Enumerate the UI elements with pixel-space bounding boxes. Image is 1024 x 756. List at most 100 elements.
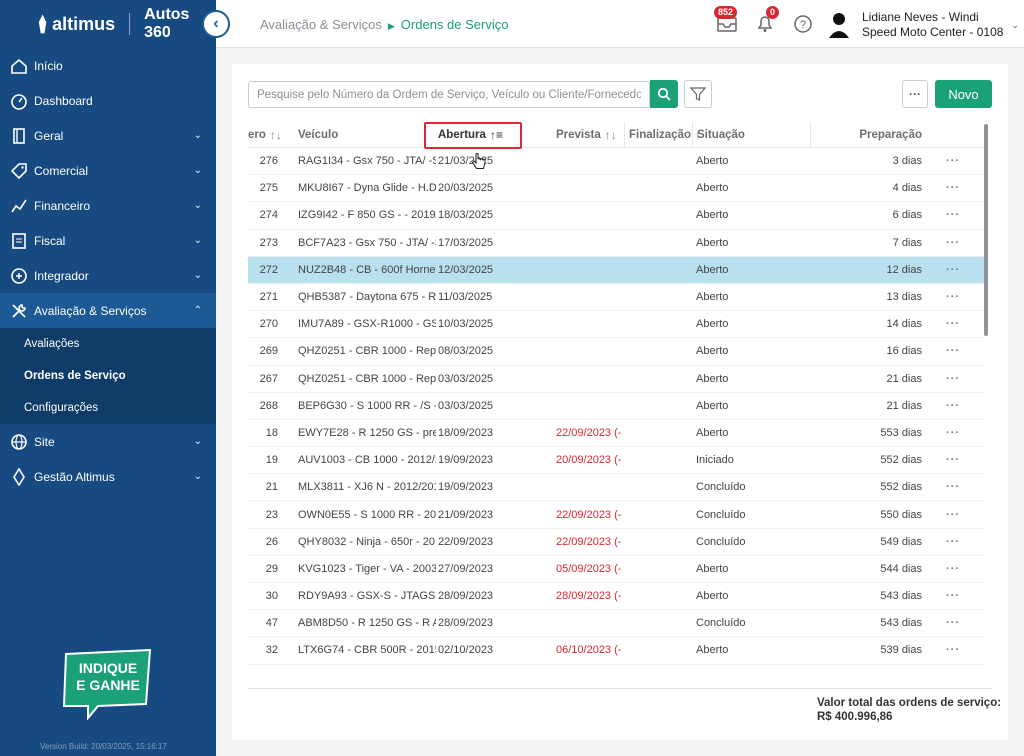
table-row[interactable]: 29 KVG1023 - Tiger - VA - 2003/2 27/09/202… bbox=[248, 556, 984, 583]
cell-opening: 28/09/2023 bbox=[438, 617, 494, 630]
svg-text:?: ? bbox=[800, 19, 806, 31]
cell-prep: 552 dias bbox=[880, 454, 922, 467]
table-row[interactable]: 274 IZG9I42 - F 850 GS - - 2019/20 18/03/2… bbox=[248, 202, 984, 230]
search-button[interactable] bbox=[650, 80, 678, 108]
cell-number: 32 bbox=[265, 644, 278, 657]
table-row[interactable]: 273 BCF7A23 - Gsx 750 - JTA/ -S A17/03/20… bbox=[248, 230, 984, 257]
tag-icon bbox=[10, 162, 28, 180]
table-row[interactable]: 23 OWN0E55 - S 1000 RR - 2013,21/09/2023 2… bbox=[248, 501, 984, 529]
breadcrumb: Avaliação & Serviços ▶ Ordens de Serviço bbox=[260, 17, 508, 32]
help-button[interactable]: ? bbox=[792, 12, 816, 36]
sidebar-item-financeiro[interactable]: Financeiro ⌄ bbox=[0, 188, 216, 223]
breadcrumb-parent[interactable]: Avaliação & Serviços bbox=[260, 17, 382, 32]
row-actions-button[interactable]: ··· bbox=[922, 481, 984, 493]
table-row[interactable]: 30 RDY9A93 - GSX-S - JTAGSXS128/09/2023 28… bbox=[248, 583, 984, 611]
cell-status: Aberto bbox=[696, 182, 729, 195]
col-expected-header[interactable]: Prevista ↑↓ bbox=[556, 122, 624, 148]
search-input[interactable] bbox=[248, 81, 650, 108]
row-actions-button[interactable]: ··· bbox=[922, 318, 984, 330]
table-row[interactable]: 18 EWY7E28 - R 1250 GS - premi 18/09/2023 2… bbox=[248, 420, 984, 448]
row-actions-button[interactable]: ··· bbox=[922, 590, 984, 602]
table-row[interactable]: 270 IMU7A89 - GSX-R1000 - GSXR10/03/2025 A… bbox=[248, 311, 984, 339]
row-actions-button[interactable]: ··· bbox=[922, 155, 984, 167]
cell-vehicle: MLX3811 - XJ6 N - 2012/2013 bbox=[298, 481, 436, 494]
chevron-up-icon: ⌃ bbox=[193, 305, 202, 316]
col-prep-header[interactable]: Preparação bbox=[810, 122, 922, 148]
user-menu[interactable]: Lidiane Neves - Windi Speed Moto Center … bbox=[828, 10, 1019, 40]
col-number-header[interactable]: ero ↑↓ bbox=[248, 122, 296, 148]
table-body: 276 RAG1I34 - Gsx 750 - JTA/ -S A 21/03/20… bbox=[248, 148, 984, 665]
cell-status: Aberto bbox=[696, 590, 729, 603]
promo-indique-e-ganhe[interactable]: INDIQUE E GANHE bbox=[58, 648, 158, 721]
cell-status: Aberto bbox=[696, 209, 729, 222]
sidebar-item-dashboard[interactable]: Dashboard bbox=[0, 83, 216, 118]
submenu-item-configuracoes[interactable]: Configurações bbox=[0, 392, 216, 424]
row-actions-button[interactable]: ··· bbox=[922, 345, 984, 357]
table-scrollbar[interactable] bbox=[984, 124, 988, 336]
col-vehicle-header[interactable]: Veículo bbox=[296, 122, 436, 148]
row-actions-button[interactable]: ··· bbox=[922, 644, 984, 656]
table-row[interactable]: 47 ABM8D50 - R 1250 GS - R Adv28/09/2023 C… bbox=[248, 610, 984, 638]
cell-opening: 18/09/2023 bbox=[438, 426, 494, 439]
cell-opening: 19/09/2023 bbox=[438, 481, 494, 494]
inbox-button[interactable]: 852 bbox=[714, 6, 740, 36]
table-row[interactable]: 19 AUV1003 - CB 1000 - 2012/20 19/09/2023 2… bbox=[248, 447, 984, 475]
cell-opening: 11/03/2025 bbox=[438, 291, 493, 304]
cell-expected: 06/10/2023 (- bbox=[556, 644, 622, 657]
highlight-box bbox=[424, 122, 522, 149]
row-actions-button[interactable]: ··· bbox=[922, 536, 984, 548]
row-actions-button[interactable]: ··· bbox=[922, 427, 984, 439]
cell-number: 21 bbox=[265, 481, 278, 494]
sidebar-item-comercial[interactable]: Comercial ⌄ bbox=[0, 153, 216, 188]
col-actions-header bbox=[922, 122, 984, 148]
cell-expected: 22/09/2023 (- bbox=[556, 508, 622, 521]
table-row[interactable]: 275 MKU8I67 - Dyna Glide - H.DA 20/03/2025… bbox=[248, 175, 984, 203]
sidebar-item-site[interactable]: Site ⌄ bbox=[0, 424, 216, 459]
breadcrumb-arrow-icon: ▶ bbox=[387, 21, 395, 31]
collapse-sidebar-button[interactable]: ‹ bbox=[202, 10, 230, 38]
row-actions-button[interactable]: ··· bbox=[922, 563, 984, 575]
row-actions-button[interactable]: ··· bbox=[922, 264, 984, 276]
new-button[interactable]: Novo bbox=[935, 80, 992, 108]
col-status-header[interactable]: Situação bbox=[692, 122, 810, 148]
table-row[interactable]: 269 QHZ0251 - CBR 1000 - Repso 08/03/2025 A… bbox=[248, 338, 984, 366]
app-logo[interactable]: altimus Autos 360 bbox=[0, 0, 216, 48]
table-row[interactable]: 26 QHY8032 - Ninja - 650r - 2015 22/09/202… bbox=[248, 529, 984, 556]
col-status-label: Situação bbox=[697, 129, 745, 141]
chevron-down-icon: ⌄ bbox=[193, 270, 202, 281]
table-row[interactable]: 268 BEP6G30 - S 1000 RR - /S - 2003/03/20… bbox=[248, 393, 984, 420]
table-row[interactable]: 32 LTX6G74 - CBR 500R - 2015/2 02/10/2023 0… bbox=[248, 637, 984, 665]
promo-line-1: INDIQUE bbox=[78, 660, 138, 676]
table-row[interactable]: 276 RAG1I34 - Gsx 750 - JTA/ -S A 21/03/20… bbox=[248, 148, 984, 176]
submenu-item-avaliacoes[interactable]: Avaliações bbox=[0, 328, 216, 360]
row-actions-button[interactable]: ··· bbox=[922, 209, 984, 221]
row-actions-button[interactable]: ··· bbox=[922, 617, 984, 629]
sidebar-item-fiscal[interactable]: Fiscal ⌄ bbox=[0, 223, 216, 258]
row-actions-button[interactable]: ··· bbox=[922, 400, 984, 412]
col-finish-header[interactable]: Finalização ↑ bbox=[624, 122, 701, 148]
cell-opening: 12/03/2025 bbox=[438, 263, 494, 276]
sidebar: altimus Autos 360 Início Dashboard Geral ⌄ C… bbox=[0, 0, 216, 756]
cell-prep: 7 dias bbox=[892, 236, 922, 249]
row-actions-button[interactable]: ··· bbox=[922, 509, 984, 521]
more-options-button[interactable]: ··· bbox=[902, 80, 928, 108]
sidebar-item-label: Integrador bbox=[34, 268, 89, 283]
submenu-item-ordens-de-servico[interactable]: Ordens de Serviço bbox=[0, 360, 216, 392]
sidebar-item-geral[interactable]: Geral ⌄ bbox=[0, 118, 216, 153]
table-row[interactable]: 267 QHZ0251 - CBR 1000 - Repso 03/03/2025 A… bbox=[248, 366, 984, 393]
sidebar-item-gestao-altimus[interactable]: Gestão Altimus ⌄ bbox=[0, 459, 216, 494]
row-actions-button[interactable]: ··· bbox=[922, 237, 984, 249]
table-row[interactable]: 272 NUZ2B48 - CB - 600f Hornet 12/03/2025 A… bbox=[248, 256, 984, 284]
sidebar-item-integrador[interactable]: Integrador ⌄ bbox=[0, 258, 216, 293]
filter-button[interactable] bbox=[684, 80, 712, 108]
row-actions-button[interactable]: ··· bbox=[922, 182, 984, 194]
table-row[interactable]: 271 QHB5387 - Daytona 675 - R -11/03/2025… bbox=[248, 284, 984, 312]
sidebar-item-inicio[interactable]: Início bbox=[0, 48, 216, 83]
row-actions-button[interactable]: ··· bbox=[922, 291, 984, 303]
notifications-button[interactable]: 0 bbox=[754, 6, 780, 36]
sidebar-item-avaliacao-servicos[interactable]: Avaliação & Serviços ⌃ bbox=[0, 293, 216, 328]
table-row[interactable]: 21 MLX3811 - XJ6 N - 2012/2013 19/09/2023 C… bbox=[248, 474, 984, 502]
row-actions-button[interactable]: ··· bbox=[922, 373, 984, 385]
row-actions-button[interactable]: ··· bbox=[922, 454, 984, 466]
cell-prep: 12 dias bbox=[886, 263, 922, 276]
